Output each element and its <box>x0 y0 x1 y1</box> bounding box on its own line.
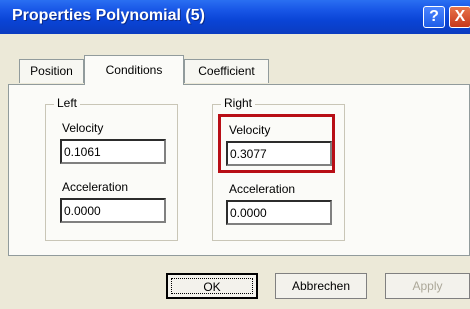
left-group-legend: Left <box>54 96 81 110</box>
ok-button-label: OK <box>171 278 253 294</box>
help-button[interactable]: ? <box>423 6 445 28</box>
apply-button[interactable]: Apply <box>385 273 470 299</box>
right-acceleration-field[interactable] <box>226 200 332 225</box>
title-bar: Properties Polynomial (5) ? X <box>0 0 470 34</box>
close-button[interactable]: X <box>449 6 470 28</box>
left-acceleration-label: Acceleration <box>62 180 129 194</box>
help-icon: ? <box>429 8 439 25</box>
tab-conditions[interactable]: Conditions <box>84 55 184 85</box>
close-icon: X <box>454 8 466 25</box>
left-acceleration-field[interactable] <box>60 198 166 223</box>
window-title: Properties Polynomial (5) <box>12 7 205 24</box>
ok-button[interactable]: OK <box>166 273 258 299</box>
cancel-button[interactable]: Abbrechen <box>275 273 367 299</box>
right-acceleration-label: Acceleration <box>229 182 296 196</box>
left-velocity-field[interactable] <box>60 139 166 164</box>
right-group-legend: Right <box>221 96 256 110</box>
tab-coefficient[interactable]: Coefficient <box>184 59 269 83</box>
velocity-highlight-box <box>218 114 335 173</box>
tab-position[interactable]: Position <box>19 59 84 83</box>
left-velocity-label: Velocity <box>62 121 104 135</box>
